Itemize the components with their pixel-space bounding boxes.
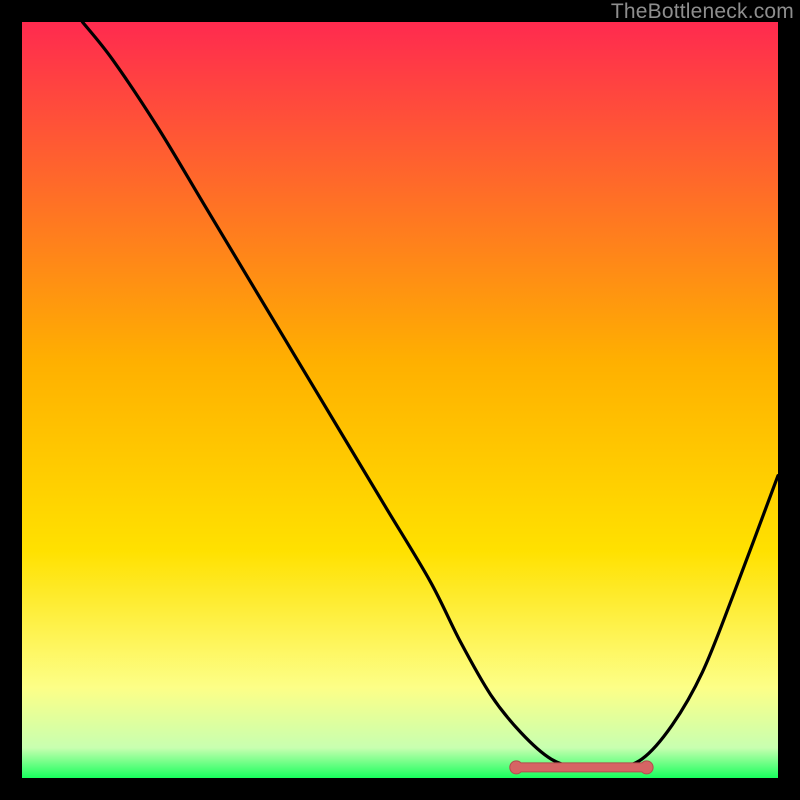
attribution-text: TheBottleneck.com	[611, 0, 794, 24]
gradient-background	[22, 22, 778, 778]
chart-frame	[22, 22, 778, 778]
bottleneck-chart	[22, 22, 778, 778]
optimal-range-marker	[510, 761, 653, 774]
